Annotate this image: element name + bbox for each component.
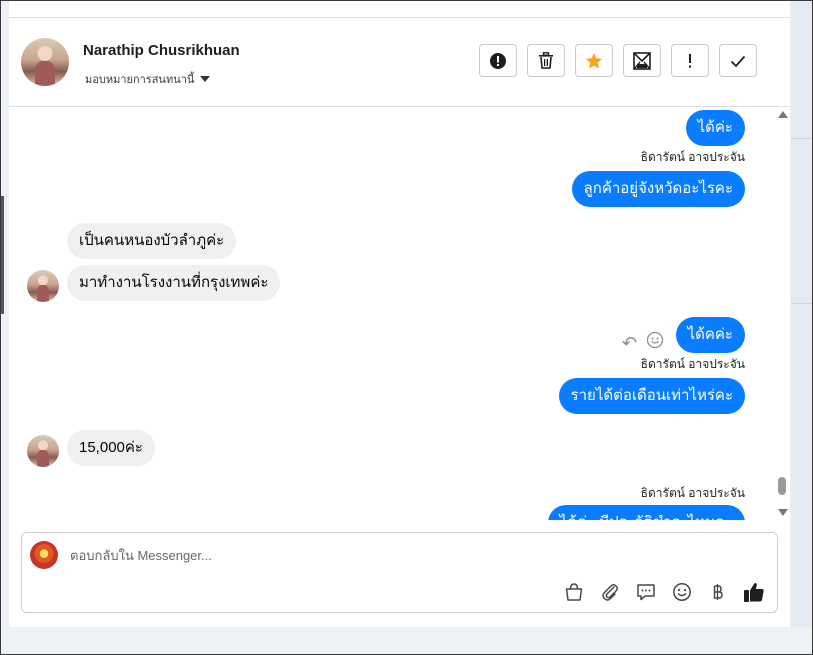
- contact-avatar-small[interactable]: [27, 435, 59, 467]
- exclamation-icon: [689, 53, 691, 68]
- message-bubble-outgoing[interactable]: รายได้ต่อเดือนเท่าไหร่คะ: [558, 378, 745, 414]
- trash-icon: [539, 52, 553, 69]
- like-button[interactable]: [743, 581, 765, 603]
- baht-icon: [713, 584, 723, 600]
- message-bubble-incoming[interactable]: มาทำงานโรงงานที่กรุงเทพค่ะ: [67, 265, 281, 301]
- thumbs-up-icon: [744, 583, 764, 602]
- saved-reply-button[interactable]: [635, 581, 657, 603]
- caret-down-icon: [200, 76, 211, 82]
- scrollbar-thumb[interactable]: [778, 477, 786, 495]
- paperclip-icon: [602, 584, 618, 601]
- reply-icon[interactable]: ↶: [622, 333, 637, 354]
- mark-as-read-button[interactable]: [623, 44, 661, 77]
- right-background-strip: [791, 1, 812, 654]
- reply-input[interactable]: [70, 545, 670, 565]
- page-avatar: [30, 541, 58, 569]
- reply-composer: [21, 532, 778, 613]
- alert-circle-icon: [490, 52, 506, 69]
- message-bubble-icon: [637, 584, 655, 601]
- attach-button[interactable]: [599, 581, 621, 603]
- shopping-bag-icon: [565, 583, 583, 601]
- message-thread[interactable]: ได้ค่ะ ธิดารัตน์ อาจประจัน ลูกค้าอยู่จัง…: [9, 107, 790, 520]
- emoji-icon: [673, 583, 691, 601]
- conversation-header: Narathip Chusrikhuan มอบหมายการสนทนานี้: [9, 18, 790, 107]
- divider: [791, 138, 812, 139]
- app-window: Narathip Chusrikhuan มอบหมายการสนทนานี้: [0, 0, 813, 655]
- message-bubble-outgoing[interactable]: ได้คค่ะ: [675, 317, 745, 353]
- mark-done-button[interactable]: [719, 44, 757, 77]
- message-bubble-outgoing[interactable]: ลูกค้าอยู่จังหวัดอะไรคะ: [571, 171, 745, 207]
- divider: [791, 303, 812, 304]
- payment-button[interactable]: [707, 581, 729, 603]
- left-edge-marker: [1, 196, 4, 314]
- spam-button[interactable]: [671, 44, 709, 77]
- report-button[interactable]: [479, 44, 517, 77]
- contact-name[interactable]: Narathip Chusrikhuan: [83, 42, 240, 59]
- star-icon: [586, 52, 602, 68]
- sender-name: ธิดารัตน์ อาจประจัน: [640, 486, 745, 500]
- scrollbar[interactable]: [775, 107, 790, 520]
- sender-name: ธิดารัตน์ อาจประจัน: [640, 357, 745, 371]
- conversation-panel: Narathip Chusrikhuan มอบหมายการสนทนานี้: [9, 1, 790, 627]
- contact-avatar-small[interactable]: [27, 270, 59, 302]
- star-button[interactable]: [575, 44, 613, 77]
- sender-name: ธิดารัตน์ อาจประจัน: [640, 150, 745, 164]
- scroll-down-arrow-icon[interactable]: [778, 509, 788, 516]
- envelope-icon: [633, 51, 651, 70]
- message-bubble-outgoing[interactable]: ได้ค่ะ มีประวัติชำระไหมคะ: [547, 505, 745, 520]
- check-icon: [730, 55, 746, 67]
- emoji-reaction-icon[interactable]: [646, 331, 664, 349]
- assign-conversation-dropdown[interactable]: มอบหมายการสนทนานี้: [85, 70, 211, 88]
- message-bubble-outgoing[interactable]: ได้ค่ะ: [685, 110, 745, 146]
- message-bubble-incoming[interactable]: 15,000ค่ะ: [67, 430, 155, 466]
- contact-avatar[interactable]: [21, 38, 69, 86]
- emoji-button[interactable]: [671, 581, 693, 603]
- message-bubble-incoming[interactable]: เป็นคนหนองบัวลำภูค่ะ: [67, 223, 237, 259]
- shopping-bag-button[interactable]: [563, 581, 585, 603]
- scroll-up-arrow-icon[interactable]: [778, 111, 788, 118]
- delete-button[interactable]: [527, 44, 565, 77]
- page-background: [1, 627, 812, 654]
- assign-label: มอบหมายการสนทนานี้: [85, 74, 195, 86]
